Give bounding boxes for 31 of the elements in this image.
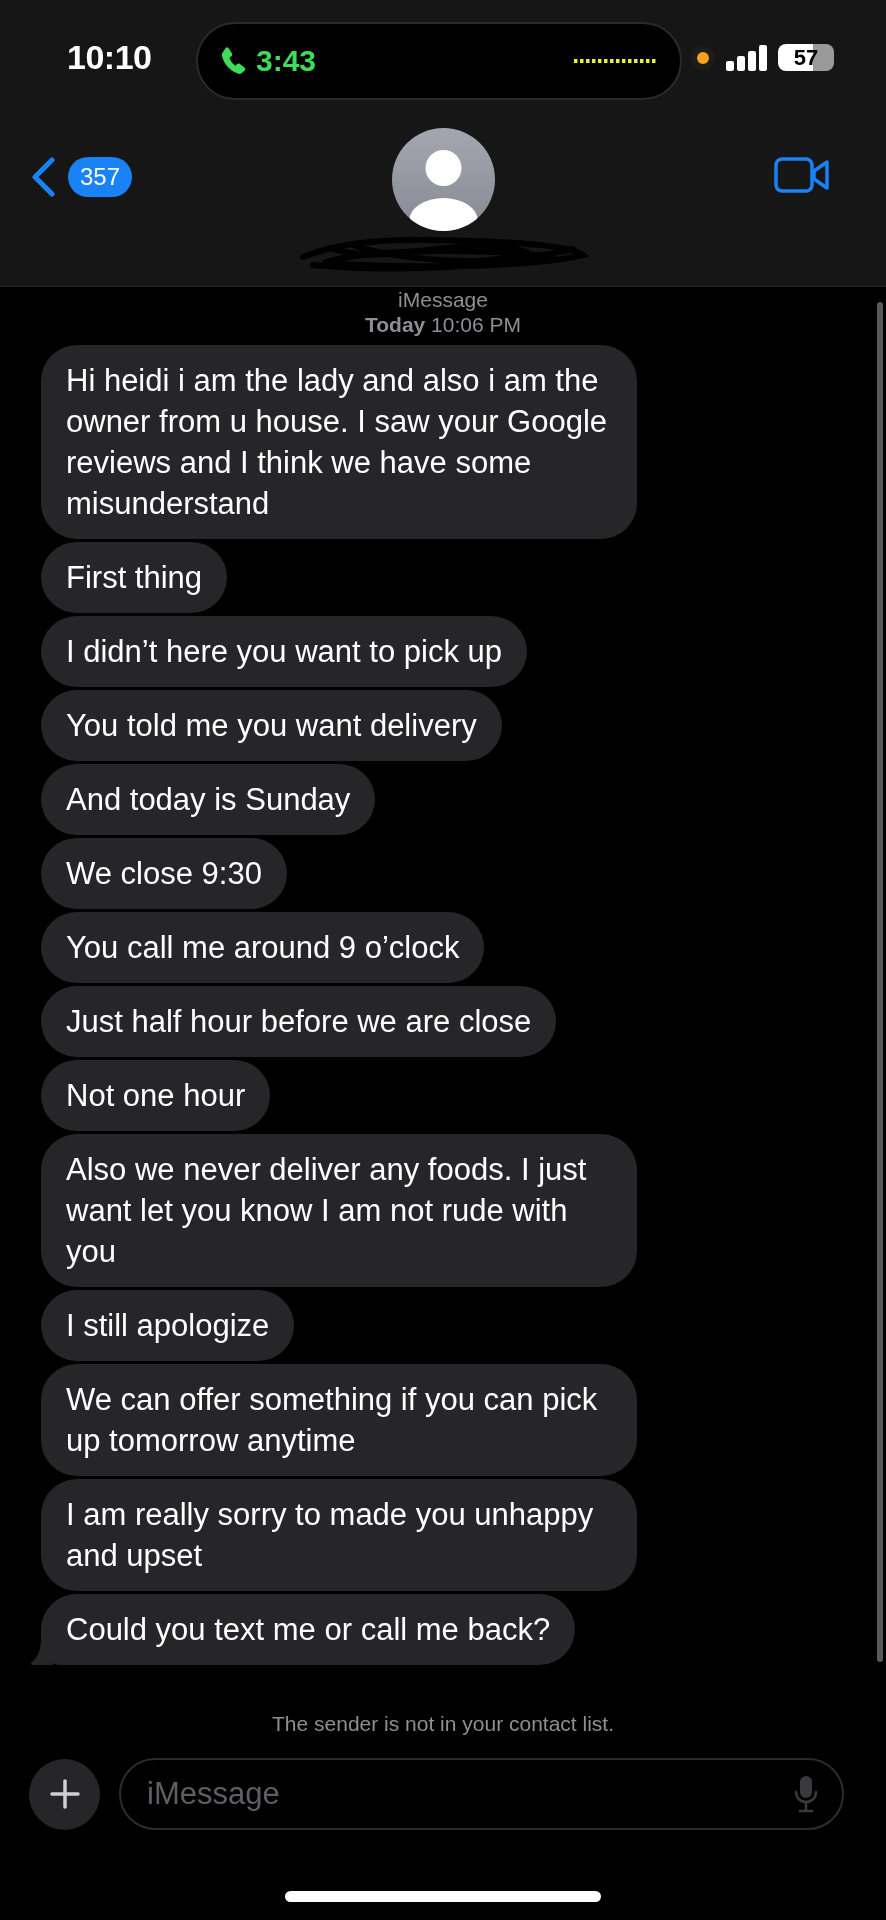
message-bubble: Also we never deliver any foods. I just want let you know I am not rude with you (41, 1134, 637, 1287)
call-pill[interactable]: 3:43 (196, 22, 682, 100)
video-call-button[interactable] (774, 157, 830, 196)
battery-icon: 57 (778, 44, 834, 71)
phone-icon (220, 46, 246, 76)
clock-time: 10:10 (67, 38, 152, 77)
message-bubble: I am really sorry to made you unhappy and upset (41, 1479, 637, 1591)
avatar-icon[interactable] (391, 128, 495, 231)
plus-icon (49, 1779, 80, 1809)
message-bubble: You told me you want delivery (41, 690, 502, 761)
back-button[interactable]: 357 (30, 157, 133, 197)
message-bubble: I didn’t here you want to pick up (41, 616, 527, 687)
message-bubble: Not one hour (41, 1060, 271, 1131)
message-bubble: First thing (41, 542, 228, 613)
message-bubble: You call me around 9 o’clock (41, 912, 485, 983)
timestamp: Today 10:06 PM (365, 312, 521, 337)
call-duration: 3:43 (256, 44, 317, 78)
signal-icon (726, 44, 768, 71)
video-camera-icon (774, 157, 830, 193)
message-bubble: I still apologize (41, 1290, 295, 1361)
message-bubble: We can offer something if you can pick up tomorrow anytime (41, 1364, 637, 1476)
service-label: iMessage (398, 287, 488, 312)
privacy-indicator-icon (690, 44, 716, 71)
message-bubble: And today is Sunday (41, 764, 376, 835)
message-bubble: We close 9:30 (41, 838, 287, 909)
chevron-left-icon (30, 157, 56, 197)
message-bubble: Hi heidi i am the lady and also i am the owner from u house. I saw your Google reviews and I think we have some misunderstand (41, 345, 637, 539)
contact-notice: The sender is not in your contact list. (272, 1711, 614, 1737)
message-bubble: Just half hour before we are close (41, 986, 557, 1057)
unread-count-badge: 357 (68, 157, 133, 197)
message-field[interactable]: iMessage (119, 1758, 844, 1830)
